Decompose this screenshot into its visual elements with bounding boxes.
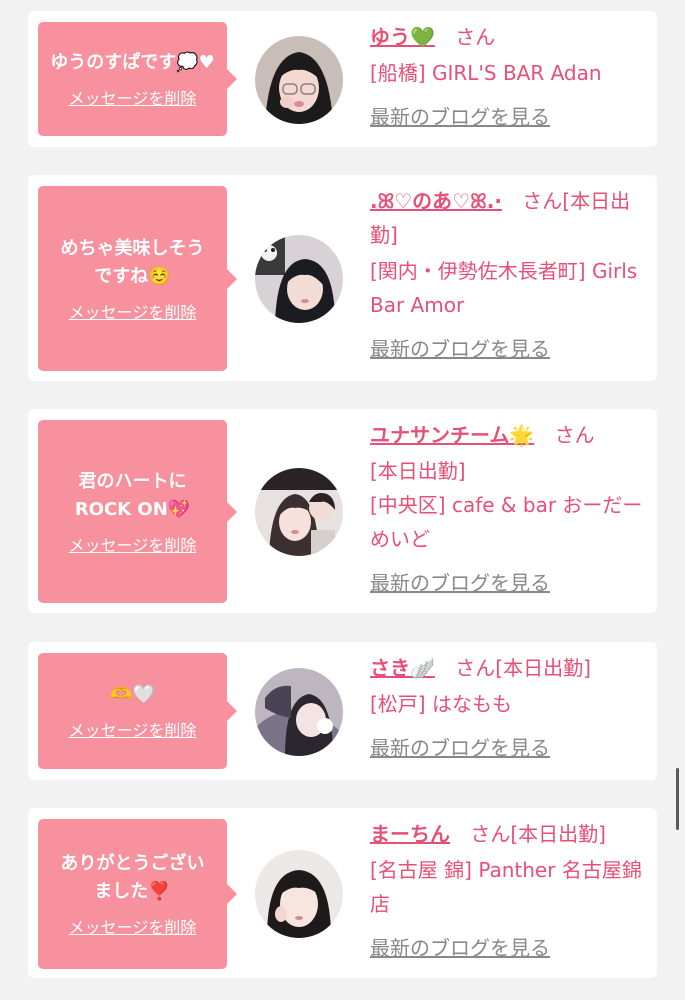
message-bubble: ありがとうございました❣️ メッセージを削除: [38, 819, 237, 969]
avatar[interactable]: [255, 36, 343, 124]
delete-message-link[interactable]: メッセージを削除: [69, 914, 197, 938]
name-line: さき🪽 さん[本日出勤]: [370, 651, 647, 685]
cast-name-link[interactable]: さき🪽: [370, 656, 435, 680]
work-status: [本日出勤]: [510, 822, 606, 846]
honorific: さん: [522, 189, 563, 213]
delete-message-link[interactable]: メッセージを削除: [69, 85, 197, 109]
latest-blog-link[interactable]: 最新のブログを見る: [370, 571, 550, 595]
cast-info: .ꕤ♡のあ♡ꕤ.· さん[本日出勤] [関内・伊勢佐木長者町] Girls Ba…: [370, 184, 647, 366]
message-text: めちゃ美味しそうですね☺️: [60, 237, 205, 287]
message-text: ゆうのすぱです💭♥: [50, 52, 215, 73]
cast-name-link[interactable]: ユナサンチーム🌟: [370, 423, 534, 447]
shop-name: [船橋] GIRL'S BAR Adan: [370, 61, 602, 85]
avatar-photo: [255, 850, 343, 938]
latest-blog-link[interactable]: 最新のブログを見る: [370, 736, 550, 760]
shop-name: [関内・伊勢佐木長者町] Girls Bar Amor: [370, 259, 638, 317]
message-bubble: めちゃ美味しそうですね☺️ メッセージを削除: [38, 186, 237, 371]
name-line: まーちん さん[本日出勤]: [370, 817, 647, 851]
honorific: さん: [554, 423, 595, 447]
name-line: .ꕤ♡のあ♡ꕤ.· さん[本日出勤]: [370, 184, 647, 252]
message-text: 🫶🤍: [110, 684, 155, 705]
cast-name-link[interactable]: ゆう💚: [370, 25, 435, 49]
honorific: さん: [455, 656, 496, 680]
avatar[interactable]: [255, 468, 343, 556]
cast-info: まーちん さん[本日出勤] [名古屋 錦] Panther 名古屋錦店 最新のブ…: [370, 817, 647, 965]
cast-name-link[interactable]: まーちん: [370, 822, 450, 846]
message-card: ありがとうございました❣️ メッセージを削除 まーちん さん[本日出勤] [名古…: [28, 808, 657, 978]
message-card: 🫶🤍 メッセージを削除 さき🪽 さん[本日出勤] [松戸] はなもも 最新のブロ…: [28, 642, 657, 780]
message-text: ありがとうございました❣️: [60, 853, 205, 902]
cast-name-link[interactable]: .ꕤ♡のあ♡ꕤ.·: [370, 189, 502, 213]
honorific: さん: [455, 25, 496, 49]
avatar-photo: [255, 468, 343, 556]
message-card: めちゃ美味しそうですね☺️ メッセージを削除 .ꕤ♡のあ♡ꕤ.· さん[本日出勤…: [28, 175, 657, 381]
message-bubble: 君のハートにROCK ON💖 メッセージを削除: [38, 420, 237, 603]
message-bubble: 🫶🤍 メッセージを削除: [38, 653, 237, 769]
message-card: ゆうのすぱです💭♥ メッセージを削除 ゆう💚 さん [船橋] GIRL'S BA…: [28, 11, 657, 147]
delete-message-link[interactable]: メッセージを削除: [69, 717, 197, 741]
message-text: 君のハートにROCK ON💖: [74, 470, 191, 520]
cast-info: さき🪽 さん[本日出勤] [松戸] はなもも 最新のブログを見る: [370, 651, 647, 765]
latest-blog-link[interactable]: 最新のブログを見る: [370, 337, 550, 361]
avatar[interactable]: [255, 668, 343, 756]
message-card: 君のハートにROCK ON💖 メッセージを削除 ユナサンチーム🌟 さん [本日出…: [28, 409, 657, 613]
message-bubble: ゆうのすぱです💭♥ メッセージを削除: [38, 22, 237, 136]
cast-info: ゆう💚 さん [船橋] GIRL'S BAR Adan 最新のブログを見る: [370, 20, 647, 134]
latest-blog-link[interactable]: 最新のブログを見る: [370, 936, 550, 960]
honorific: さん: [470, 822, 511, 846]
name-line: ゆう💚 さん: [370, 20, 647, 54]
avatar[interactable]: [255, 235, 343, 323]
shop-name: [中央区] cafe & bar おーだーめいど: [370, 493, 643, 551]
delete-message-link[interactable]: メッセージを削除: [69, 532, 197, 556]
avatar-photo: [255, 668, 343, 756]
name-line: ユナサンチーム🌟 さん: [370, 418, 647, 452]
work-status: [本日出勤]: [495, 656, 591, 680]
latest-blog-link[interactable]: 最新のブログを見る: [370, 105, 550, 129]
delete-message-link[interactable]: メッセージを削除: [69, 299, 197, 323]
cast-info: ユナサンチーム🌟 さん [本日出勤] [中央区] cafe & bar おーだー…: [370, 418, 647, 600]
avatar-photo: [255, 36, 343, 124]
work-status: [本日出勤]: [370, 459, 466, 483]
avatar[interactable]: [255, 850, 343, 938]
scrollbar[interactable]: [676, 768, 679, 830]
avatar-photo: [255, 235, 343, 323]
shop-name: [松戸] はなもも: [370, 692, 512, 716]
shop-name: [名古屋 錦] Panther 名古屋錦店: [370, 858, 642, 916]
